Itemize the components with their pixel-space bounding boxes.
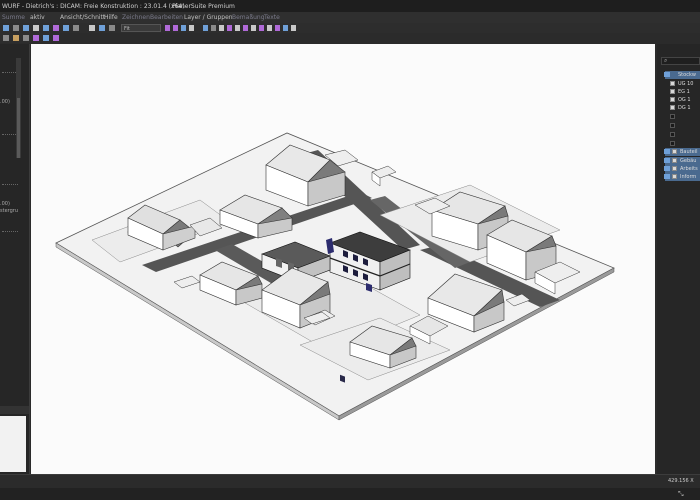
site-plan-model[interactable] — [55, 132, 615, 421]
toolbar-icons — [3, 25, 296, 41]
scene-overlay — [3, 25, 615, 421]
